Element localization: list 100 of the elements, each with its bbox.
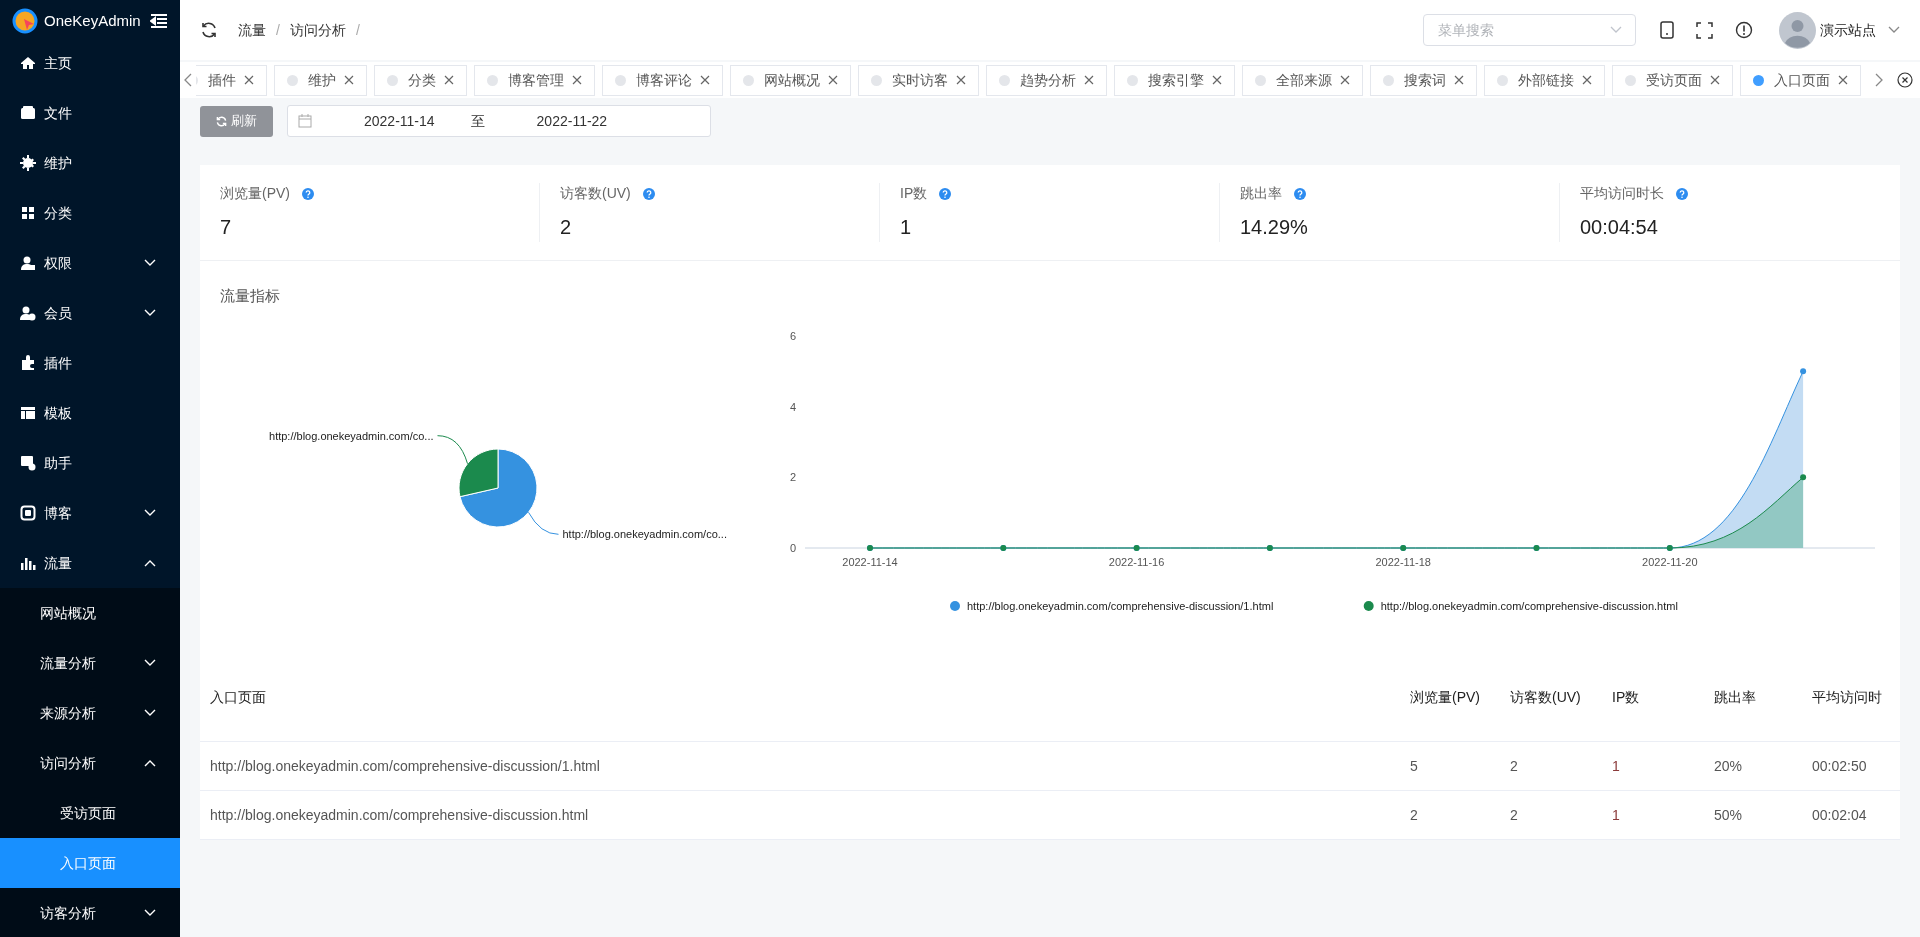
close-icon[interactable] bbox=[828, 75, 838, 85]
menu-item[interactable]: 访客分析 bbox=[0, 888, 180, 937]
menu-item[interactable]: 受访页面 bbox=[0, 788, 180, 838]
date-range-picker[interactable]: 2022-11-14 至 2022-11-22 bbox=[287, 105, 711, 137]
axis-label: 2 bbox=[790, 470, 797, 483]
menu-item[interactable]: 助手 bbox=[0, 438, 180, 488]
close-icon[interactable] bbox=[1710, 75, 1720, 85]
tab[interactable]: 全部来源 bbox=[1242, 64, 1363, 96]
tab[interactable]: 入口页面 bbox=[1740, 64, 1861, 96]
menu-item[interactable]: 会员 bbox=[0, 288, 180, 338]
help-icon[interactable] bbox=[642, 187, 655, 200]
help-icon[interactable] bbox=[1294, 187, 1306, 200]
chevron-right-icon[interactable] bbox=[1875, 73, 1883, 87]
menu-item[interactable]: 维护 bbox=[0, 138, 180, 188]
menu-item[interactable]: 分类 bbox=[0, 188, 180, 238]
tab[interactable]: 搜索引擎 bbox=[1114, 64, 1235, 96]
breadcrumb-link[interactable]: 访问分析 bbox=[289, 19, 346, 41]
column-header: IP数 bbox=[1612, 687, 1641, 707]
tab[interactable]: 分类 bbox=[374, 64, 467, 96]
menu-item[interactable]: 插件 bbox=[0, 338, 180, 388]
stat-label: 平均访问时长 bbox=[1580, 184, 1664, 203]
caret-icon[interactable] bbox=[1888, 26, 1900, 34]
leader-line bbox=[528, 511, 559, 535]
close-icon[interactable] bbox=[1212, 75, 1222, 85]
table-cell-text: 2 bbox=[1410, 805, 1419, 825]
start-date: 2022-11-14 bbox=[364, 111, 435, 131]
tab[interactable]: 插件 bbox=[196, 64, 267, 96]
menu-item[interactable]: 流量 bbox=[0, 538, 180, 588]
chart-title: 流量指标 bbox=[220, 286, 281, 306]
close-icon[interactable] bbox=[956, 75, 966, 85]
menu-icon[interactable] bbox=[150, 13, 168, 29]
menu-item-icon bbox=[20, 205, 36, 221]
avatar-icon[interactable] bbox=[1779, 11, 1816, 49]
menu-item[interactable]: 流量分析 bbox=[0, 638, 180, 688]
close-icon[interactable] bbox=[344, 75, 354, 85]
menu-item[interactable]: 访问分析 bbox=[0, 738, 180, 788]
table-cell-text: http://blog.onekeyadmin.com/comprehensive-discussion.html bbox=[210, 805, 590, 825]
close-icon[interactable] bbox=[244, 75, 254, 85]
breadcrumb-link[interactable]: 流量 bbox=[238, 19, 266, 41]
menu-item[interactable]: 来源分析 bbox=[0, 688, 180, 738]
tab[interactable]: 维护 bbox=[274, 64, 367, 96]
stat-value: 1 bbox=[900, 215, 913, 240]
close-icon[interactable] bbox=[1454, 75, 1464, 85]
tab[interactable]: 搜索词 bbox=[1370, 64, 1477, 96]
close-icon[interactable] bbox=[1084, 75, 1094, 85]
tab[interactable]: 外部链接 bbox=[1484, 64, 1605, 96]
tablet-icon[interactable] bbox=[1660, 21, 1674, 39]
stat-value: 2 bbox=[560, 215, 573, 240]
close-icon[interactable] bbox=[1340, 75, 1350, 85]
refresh-icon bbox=[216, 115, 227, 127]
menu-item[interactable]: 权限 bbox=[0, 238, 180, 288]
close-icon[interactable] bbox=[700, 75, 710, 85]
tab[interactable]: 博客评论 bbox=[602, 64, 723, 96]
pie-label: http://blog.onekeyadmin.com/co... bbox=[562, 527, 727, 540]
close-icon[interactable] bbox=[1838, 75, 1848, 85]
menu-item[interactable]: 主页 bbox=[0, 38, 180, 88]
chevron-down-icon bbox=[144, 659, 156, 667]
menu-item[interactable]: 文件 bbox=[0, 88, 180, 138]
refresh-icon[interactable] bbox=[200, 21, 218, 39]
pie-label: http://blog.onekeyadmin.com/co... bbox=[269, 429, 434, 442]
tab[interactable]: 实时访客 bbox=[858, 64, 979, 96]
caret-icon bbox=[1610, 26, 1622, 34]
chevron-left-icon[interactable] bbox=[184, 73, 192, 87]
table-cell-text: 1 bbox=[1612, 756, 1621, 776]
legend-item[interactable]: http://blog.onekeyadmin.com/comprehensive-discussion/1.html bbox=[950, 599, 1274, 612]
tab[interactable]: 网站概况 bbox=[730, 64, 851, 96]
menu-item-icon bbox=[20, 305, 36, 321]
menu-item-icon bbox=[20, 405, 36, 421]
menu-item[interactable]: 博客 bbox=[0, 488, 180, 538]
fullscreen-icon[interactable] bbox=[1696, 21, 1713, 39]
range-separator: 至 bbox=[470, 111, 485, 131]
menu-item[interactable]: 模板 bbox=[0, 388, 180, 438]
menu-search-field[interactable]: 菜单搜索 bbox=[1423, 14, 1636, 46]
close-icon[interactable] bbox=[444, 75, 454, 85]
table-cell-text: 2 bbox=[1510, 805, 1519, 825]
tab[interactable]: 趋势分析 bbox=[986, 64, 1107, 96]
table-cell-text: 2 bbox=[1510, 756, 1519, 776]
axis-label: 2022-11-14 bbox=[842, 555, 898, 568]
help-icon[interactable] bbox=[939, 187, 952, 200]
close-icon[interactable] bbox=[572, 75, 582, 85]
menu-item-icon bbox=[20, 355, 36, 371]
close-icon[interactable] bbox=[1582, 75, 1592, 85]
chevron-up-icon bbox=[144, 759, 156, 767]
table-cell-text: 00:02:50 bbox=[1812, 756, 1868, 776]
table-cell-text: 1 bbox=[1612, 805, 1621, 825]
stat-label: 跳出率 bbox=[1240, 184, 1282, 203]
axis-label: 2022-11-18 bbox=[1375, 555, 1431, 568]
help-icon[interactable] bbox=[302, 187, 314, 200]
breadcrumb-separator: / bbox=[276, 20, 280, 40]
menu-item[interactable]: 网站概况 bbox=[0, 588, 180, 638]
tab[interactable]: 受访页面 bbox=[1612, 64, 1733, 96]
tab[interactable]: 博客管理 bbox=[474, 64, 595, 96]
chart-point bbox=[1800, 473, 1807, 480]
close-all-icon[interactable] bbox=[1897, 72, 1913, 88]
column-header: 浏览量(PV) bbox=[1410, 687, 1481, 707]
menu-item-icon bbox=[20, 505, 36, 521]
user-name[interactable]: 演示站点 bbox=[1820, 19, 1876, 41]
info-icon[interactable] bbox=[1735, 21, 1753, 39]
legend-item[interactable]: http://blog.onekeyadmin.com/comprehensive-discussion.html bbox=[1363, 599, 1678, 612]
help-icon[interactable] bbox=[1676, 187, 1688, 200]
